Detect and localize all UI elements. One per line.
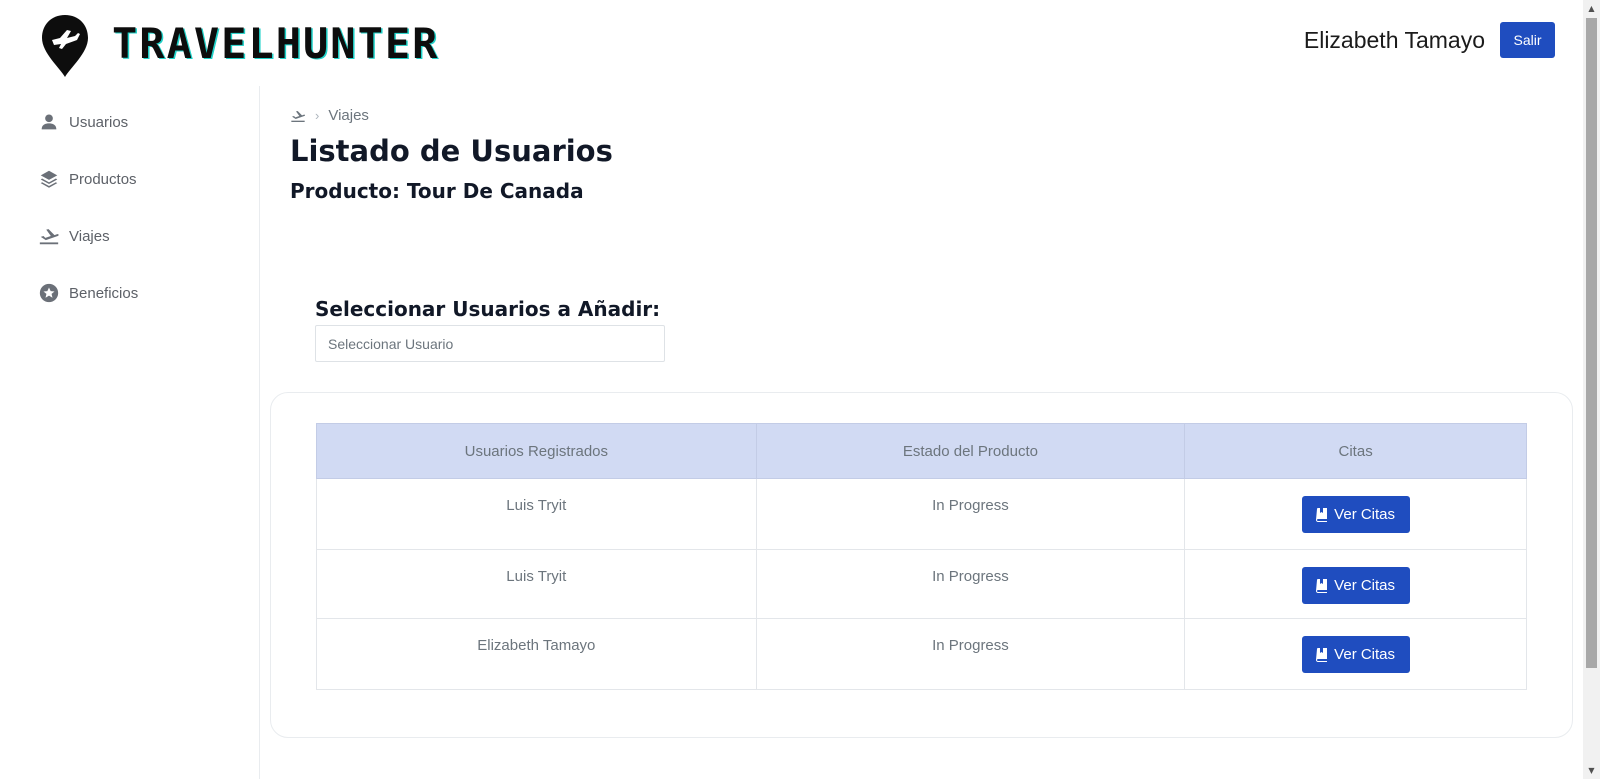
chevron-right-icon: ›: [315, 108, 320, 123]
sidebar: Usuarios Productos Viajes Beneficios: [0, 86, 260, 779]
status-cell: In Progress: [755, 478, 1186, 550]
view-appointments-label: Ver Citas: [1334, 506, 1396, 523]
product-subtitle: Producto: Tour De Canada: [290, 179, 584, 203]
sidebar-item-label: Productos: [69, 170, 137, 188]
view-appointments-button[interactable]: Ver Citas: [1301, 496, 1410, 533]
star-circle-icon: [39, 283, 59, 303]
table-row: Luis Tryit In Progress Ver Citas: [316, 478, 1527, 550]
user-cell: Luis Tryit: [316, 549, 757, 619]
scrollbar-thumb[interactable]: [1586, 18, 1597, 668]
breadcrumb: › Viajes: [290, 107, 369, 124]
user-icon: [41, 114, 57, 130]
table-row: Luis Tryit In Progress Ver Citas: [316, 549, 1527, 619]
bookmark-book-icon: [1316, 578, 1328, 593]
actions-cell: Ver Citas: [1184, 618, 1527, 690]
select-user-dropdown[interactable]: Seleccionar Usuario: [315, 325, 665, 362]
view-appointments-label: Ver Citas: [1334, 646, 1396, 663]
actions-cell: Ver Citas: [1184, 549, 1527, 619]
scroll-down-arrow-icon[interactable]: ▼: [1583, 762, 1600, 779]
page-scrollbar[interactable]: ▲ ▼: [1583, 0, 1600, 779]
table-header-row: Usuarios Registrados Estado del Producto…: [316, 423, 1527, 479]
status-cell: In Progress: [755, 549, 1186, 619]
sidebar-item-productos[interactable]: Productos: [38, 168, 137, 190]
layers-icon: [40, 170, 58, 188]
app-header: TRAVELHUNTER Elizabeth Tamayo Salir: [0, 0, 1582, 86]
user-cell: Elizabeth Tamayo: [316, 618, 757, 690]
sidebar-item-label: Viajes: [69, 227, 110, 245]
view-appointments-label: Ver Citas: [1334, 577, 1396, 594]
map-pin-plane-icon: [42, 15, 88, 77]
select-placeholder: Seleccionar Usuario: [328, 335, 454, 352]
sidebar-item-label: Usuarios: [69, 113, 129, 131]
logo-text: TRAVELHUNTER: [112, 19, 440, 68]
select-users-label: Seleccionar Usuarios a Añadir:: [315, 297, 661, 321]
breadcrumb-current: Viajes: [328, 107, 369, 124]
page-title: Listado de Usuarios: [290, 134, 613, 168]
plane-departure-icon: [39, 229, 59, 245]
logout-button[interactable]: Salir: [1500, 22, 1555, 58]
column-header-users: Usuarios Registrados: [316, 423, 757, 479]
scroll-up-arrow-icon[interactable]: ▲: [1583, 0, 1600, 17]
current-user-name: Elizabeth Tamayo: [1303, 27, 1485, 53]
sidebar-item-label: Beneficios: [69, 284, 139, 302]
column-header-appointments: Citas: [1184, 423, 1527, 479]
table-row: Elizabeth Tamayo In Progress Ver Citas: [316, 618, 1527, 690]
users-table: Usuarios Registrados Estado del Producto…: [316, 423, 1527, 690]
column-header-status: Estado del Producto: [755, 423, 1186, 479]
status-cell: In Progress: [755, 618, 1186, 690]
sidebar-item-usuarios[interactable]: Usuarios: [38, 111, 128, 133]
logo[interactable]: TRAVELHUNTER: [40, 13, 437, 79]
sidebar-item-beneficios[interactable]: Beneficios: [38, 282, 138, 304]
actions-cell: Ver Citas: [1184, 478, 1527, 550]
sidebar-item-viajes[interactable]: Viajes: [38, 225, 110, 247]
bookmark-book-icon: [1316, 647, 1328, 662]
user-cell: Luis Tryit: [316, 478, 757, 550]
bookmark-book-icon: [1316, 507, 1328, 522]
plane-departure-icon[interactable]: [290, 108, 306, 124]
view-appointments-button[interactable]: Ver Citas: [1301, 567, 1410, 604]
view-appointments-button[interactable]: Ver Citas: [1301, 636, 1410, 673]
